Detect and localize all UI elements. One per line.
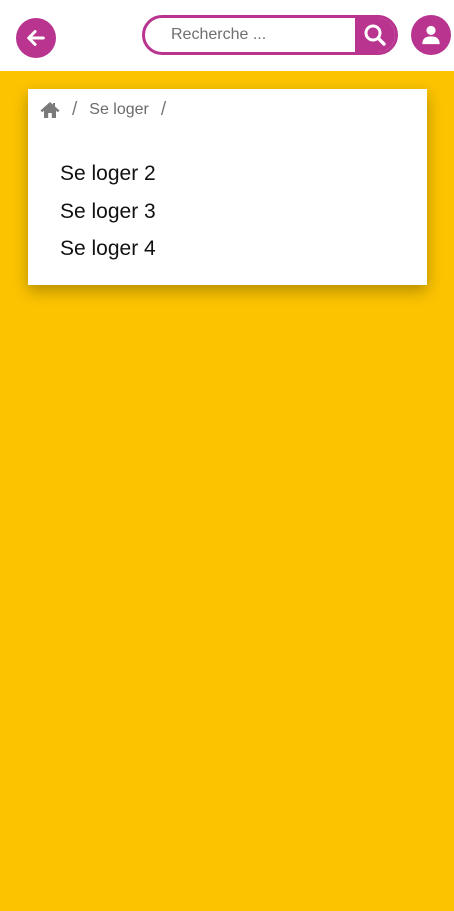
search-bar	[142, 15, 398, 55]
breadcrumb-home-link[interactable]	[40, 101, 60, 119]
menu-item-se-loger-4[interactable]: Se loger 4	[60, 230, 156, 268]
breadcrumb: / Se loger /	[40, 99, 178, 121]
arrow-left-icon	[27, 30, 45, 46]
menu-item-se-loger-3[interactable]: Se loger 3	[60, 193, 156, 231]
home-icon	[40, 102, 60, 118]
back-button[interactable]	[16, 18, 56, 58]
top-header	[0, 0, 454, 71]
breadcrumb-separator: /	[160, 99, 167, 120]
search-button[interactable]	[355, 18, 395, 52]
user-account-button[interactable]	[411, 15, 451, 55]
submenu-list: Se loger 2 Se loger 3 Se loger 4	[60, 155, 156, 268]
breadcrumb-item-se-loger[interactable]: Se loger	[89, 101, 149, 119]
navigation-card: / Se loger / Se loger 2 Se loger 3 Se lo…	[28, 89, 427, 285]
search-icon	[364, 24, 386, 46]
breadcrumb-separator: /	[72, 99, 78, 120]
search-input[interactable]	[145, 18, 359, 52]
user-icon	[422, 25, 440, 45]
menu-item-se-loger-2[interactable]: Se loger 2	[60, 155, 156, 193]
